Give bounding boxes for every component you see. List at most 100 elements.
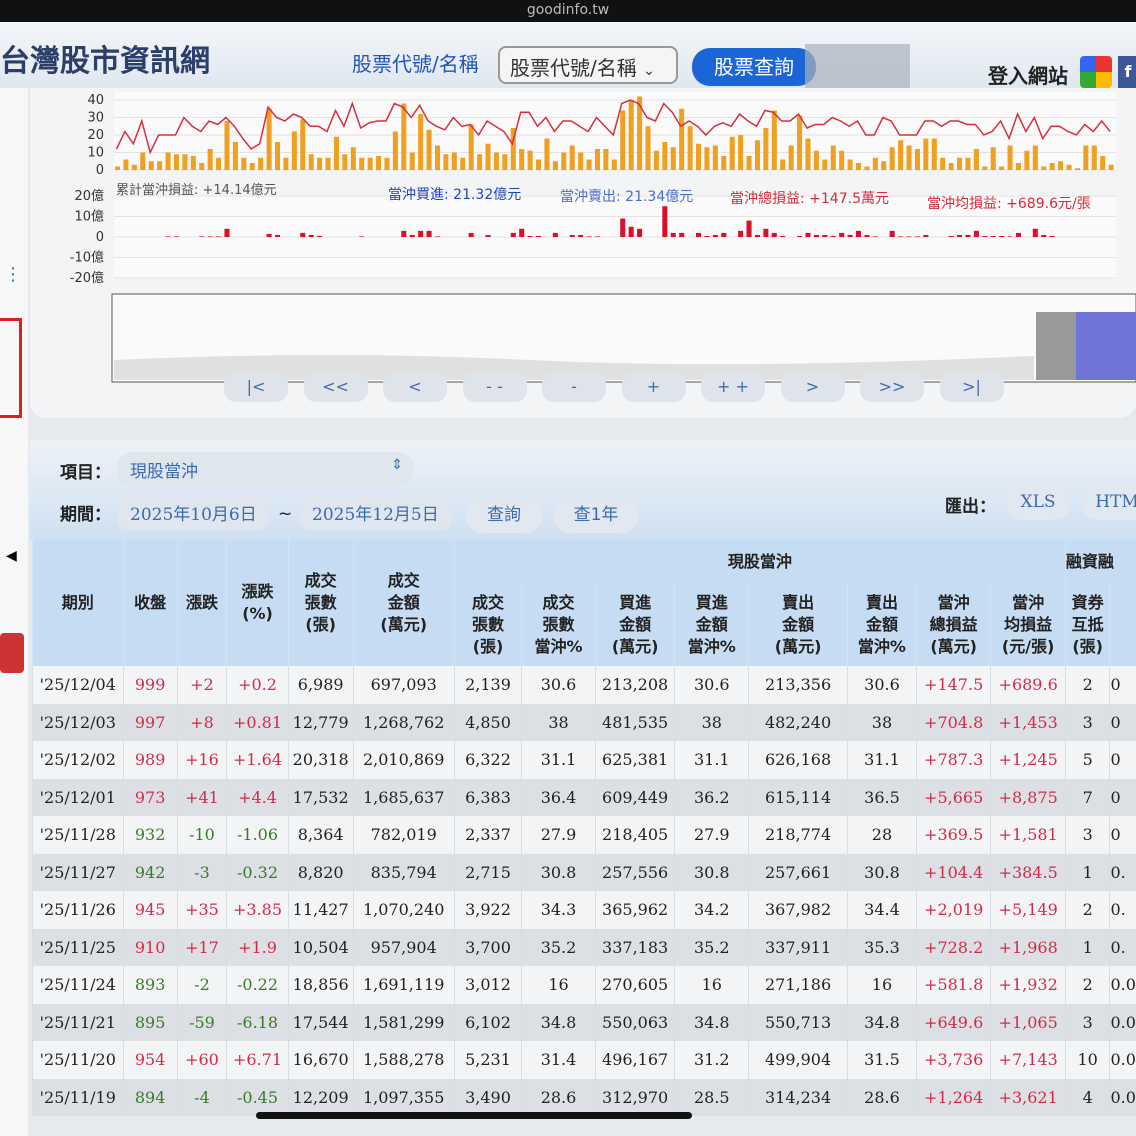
column-header[interactable]: 資券 互抵 (張) <box>1064 584 1110 666</box>
table-cell: 31.1 <box>521 741 596 779</box>
column-header[interactable]: 買進 金額 當沖% <box>674 584 749 666</box>
item-value: 現股當沖 <box>130 462 198 482</box>
volume-bar <box>780 159 786 170</box>
column-header[interactable]: 期別 <box>32 540 124 666</box>
table-row[interactable]: '25/11/28 932 -10 -1.06 8,364 782,019 2,337 27.… <box>32 816 1136 854</box>
volume-bar <box>131 164 137 170</box>
navigator-selection[interactable] <box>1076 312 1136 380</box>
navigator-button[interactable]: - - <box>462 372 527 402</box>
column-header[interactable]: 成交 金額 (萬元) <box>352 540 455 666</box>
pnl-bar <box>670 232 676 237</box>
volume-bar <box>502 154 508 170</box>
column-header[interactable]: 漲跌 (%) <box>226 540 289 666</box>
table-cell: 16 <box>674 966 749 1004</box>
column-header[interactable]: 成交 張數 (張) <box>287 540 354 666</box>
volume-bar <box>1083 145 1089 170</box>
column-header[interactable]: 成交 張數 (張) <box>453 584 522 666</box>
export-html-button[interactable]: HTM <box>1082 484 1136 520</box>
navigator-button[interactable]: << <box>303 372 368 402</box>
table-cell: 0.0 <box>1109 966 1136 1004</box>
table-cell: 34.2 <box>674 891 749 929</box>
table-row[interactable]: '25/11/21 895 -59 -6.18 17,544 1,581,299 6,102… <box>32 1003 1136 1041</box>
column-header[interactable]: 成交 張數 當沖% <box>521 584 596 666</box>
volume-bar <box>561 152 567 170</box>
start-date-input[interactable]: 2025年10月6日 <box>118 495 269 530</box>
table-cell: +41 <box>176 778 227 816</box>
navigator-button[interactable]: >> <box>860 372 924 402</box>
volume-bar <box>342 154 348 170</box>
pnl-bar <box>889 230 895 237</box>
navigator-button[interactable]: >| <box>939 372 1004 402</box>
column-header[interactable]: 買進 金額 (萬元) <box>594 584 675 666</box>
column-header[interactable]: 漲跌 <box>176 540 227 666</box>
column-header[interactable]: 賣出 金額 (萬元) <box>748 584 848 666</box>
table-cell: 213,356 <box>748 666 848 704</box>
table-row[interactable]: '25/12/01 973 +41 +4.4 17,532 1,685,637 6,383 3… <box>32 778 1136 816</box>
table-row[interactable]: '25/11/25 910 +17 +1.9 10,504 957,904 3,700 35.… <box>32 928 1136 966</box>
pnl-bar <box>822 234 828 237</box>
navigator-button[interactable]: < <box>383 372 447 402</box>
more-icon[interactable]: ⋮ <box>4 264 22 285</box>
site-header: 台灣股市資訊網 股票代號/名稱 股票代號/名稱 ⌄ 股票查詢 登入網站 f <box>0 22 1136 118</box>
column-header[interactable]: 當沖 均損益 (元/張) <box>990 584 1066 666</box>
table-cell: 3,922 <box>453 891 522 929</box>
item-select[interactable]: 現股當沖 ⇕ <box>118 452 413 487</box>
table-row[interactable]: '25/12/04 999 +2 +0.2 6,989 697,093 2,139 30.6 2… <box>32 666 1136 704</box>
navigator-button[interactable]: > <box>780 372 845 402</box>
column-header[interactable] <box>1109 584 1136 666</box>
volume-bar <box>1100 156 1106 170</box>
table-row[interactable]: '25/12/02 989 +16 +1.64 20,318 2,010,869 6,322… <box>32 741 1136 779</box>
pnl-bar <box>527 235 533 237</box>
pnl-tick-label: -20億 <box>70 270 104 286</box>
pnl-bar <box>586 236 592 237</box>
summary-sell: 當沖賣出: 21.34億元 <box>560 189 693 205</box>
end-date-input[interactable]: 2025年12月5日 <box>300 495 451 530</box>
table-cell: 16 <box>521 966 596 1004</box>
volume-bar <box>384 157 390 170</box>
pnl-bar <box>662 206 668 237</box>
home-indicator[interactable] <box>256 1112 692 1119</box>
pnl-bar <box>914 236 920 237</box>
table-cell: -2 <box>176 966 227 1004</box>
column-header[interactable]: 收盤 <box>122 540 178 666</box>
pnl-bar <box>578 234 584 237</box>
table-row[interactable]: '25/11/27 942 -3 -0.32 8,820 835,794 2,715 30.8… <box>32 853 1136 891</box>
column-header[interactable]: 賣出 金額 當沖% <box>847 584 917 666</box>
item-label: 項目： <box>60 463 111 483</box>
pnl-bar <box>620 218 626 237</box>
arrow-left-icon[interactable]: ◀ <box>6 548 17 564</box>
stock-search-select[interactable]: 股票代號/名稱 ⌄ <box>498 46 678 84</box>
navigator-button[interactable]: + + <box>701 372 765 402</box>
pnl-bar <box>274 234 281 237</box>
google-login-icon[interactable] <box>1080 56 1112 88</box>
stock-query-button[interactable]: 股票查詢 <box>692 48 816 86</box>
navigator-button[interactable]: + <box>621 372 686 402</box>
table-row[interactable]: '25/11/26 945 +35 +3.85 11,427 1,070,240 3,922… <box>32 891 1136 929</box>
table-row[interactable]: '25/11/24 893 -2 -0.22 18,856 1,691,119 3,012 1… <box>32 966 1136 1004</box>
table-cell: +16 <box>176 741 227 779</box>
volume-bar <box>982 166 988 170</box>
table-cell: +2,019 <box>915 891 991 929</box>
site-logo[interactable]: 台灣股市資訊網 <box>0 36 210 80</box>
login-link[interactable]: 登入網站 <box>988 60 1068 89</box>
table-row[interactable]: '25/11/20 954 +60 +6.71 16,670 1,588,278 5,231… <box>32 1041 1136 1079</box>
navigator-button[interactable]: - <box>542 372 606 402</box>
navigator-button[interactable]: |< <box>224 372 288 402</box>
query-button[interactable]: 查詢 <box>466 497 542 533</box>
table-cell: 337,911 <box>748 928 848 966</box>
column-header[interactable]: 當沖 總損益 (萬元) <box>915 584 991 666</box>
table-row[interactable]: '25/11/19 894 -4 -0.45 12,209 1,097,355 3,490 2… <box>32 1078 1136 1116</box>
volume-bar <box>1049 163 1055 170</box>
table-cell: 2 <box>1064 891 1110 929</box>
table-row[interactable]: '25/12/03 997 +8 +0.81 12,779 1,268,762 4,850 3… <box>32 703 1136 741</box>
stock-search-value: 股票代號/名稱 <box>510 56 637 80</box>
volume-tick-label: 20 <box>87 128 104 143</box>
table-cell: 17,532 <box>287 778 354 816</box>
query-year-button[interactable]: 查1年 <box>554 497 638 533</box>
facebook-login-icon[interactable]: f <box>1118 56 1136 88</box>
export-xls-button[interactable]: XLS <box>1006 484 1070 520</box>
table-cell: 28.6 <box>847 1078 917 1116</box>
volume-bar <box>249 163 255 170</box>
volume-bar <box>670 147 676 170</box>
volume-bar <box>232 142 238 170</box>
